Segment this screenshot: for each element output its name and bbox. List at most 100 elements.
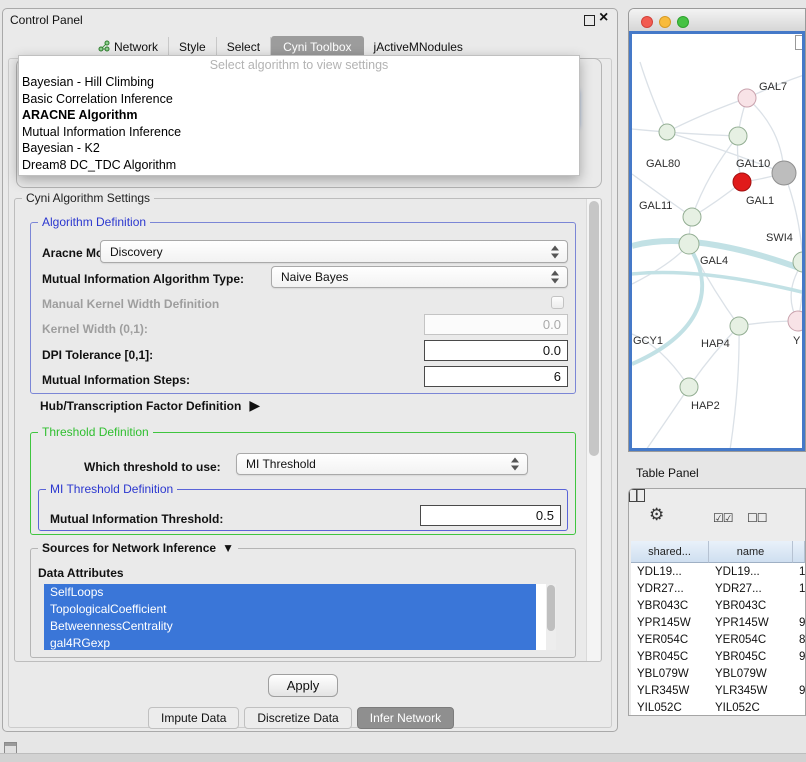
table-row[interactable]: YBR043CYBR043C <box>631 597 805 614</box>
network-node[interactable] <box>730 317 748 335</box>
column-header[interactable] <box>793 541 805 563</box>
algorithm-option[interactable]: Dream8 DC_TDC Algorithm <box>19 157 579 174</box>
tab-impute-data[interactable]: Impute Data <box>148 707 239 729</box>
tab-label: Style <box>179 40 206 54</box>
table-cell: YIL052C <box>631 699 709 715</box>
node-label: SWI4 <box>766 232 793 244</box>
hub-definition-toggle[interactable]: Hub/Transcription Factor Definition ▶ <box>40 397 260 414</box>
attributes-scrollbar-thumb[interactable] <box>547 585 555 631</box>
table-row[interactable]: YDL19...YDL19...13 <box>631 563 805 580</box>
network-canvas[interactable]: GAL7GAL80GAL10GAL11GAL1SWI4GAL4GCY1HAP4Y… <box>629 31 805 451</box>
which-threshold-select[interactable]: MI Threshold <box>236 453 528 475</box>
table-row[interactable]: YIL052CYIL052C <box>631 699 805 715</box>
table-row[interactable]: YPR145WYPR145W9. <box>631 614 805 631</box>
zoom-traffic-light[interactable] <box>677 16 689 28</box>
table-panel-title: Table Panel <box>636 466 699 480</box>
dpi-tolerance-input[interactable]: 0.0 <box>424 340 568 361</box>
network-edge <box>689 326 739 387</box>
table-row[interactable]: YBR045CYBR045C9. <box>631 648 805 665</box>
settings-scrollbar-thumb[interactable] <box>589 201 599 456</box>
network-node[interactable] <box>679 234 699 254</box>
network-node[interactable] <box>683 208 701 226</box>
network-edge <box>784 173 803 262</box>
network-edge <box>667 98 747 132</box>
kernel-width-label: Kernel Width (0,1): <box>42 322 148 336</box>
expand-right-icon: ▶ <box>249 397 260 414</box>
table-cell: YBR043C <box>631 597 709 614</box>
algorithm-option[interactable]: ARACNE Algorithm <box>19 107 579 124</box>
network-node[interactable] <box>788 311 805 331</box>
input-value: 6 <box>554 369 561 384</box>
select-all-rows-icon[interactable]: ☑☑ <box>713 510 733 526</box>
gear-icon[interactable]: ⚙ <box>649 507 664 523</box>
algorithm-option[interactable]: Basic Correlation Inference <box>19 91 579 108</box>
mi-steps-label: Mutual Information Steps: <box>42 373 190 387</box>
tab-label: jActiveMNodules <box>374 40 463 54</box>
table-header-row: shared...name <box>631 541 805 563</box>
column-header[interactable]: name <box>709 541 793 563</box>
close-traffic-light[interactable] <box>641 16 653 28</box>
float-panel-icon[interactable] <box>584 15 595 26</box>
tab-discretize-data[interactable]: Discretize Data <box>244 707 351 729</box>
network-edge <box>632 129 738 136</box>
table-row[interactable]: YDR27...YDR27...12 <box>631 580 805 597</box>
network-node[interactable] <box>680 378 698 396</box>
table-cell: YIL052C <box>709 699 793 715</box>
node-label: GCY1 <box>633 335 663 347</box>
table-cell: YBR043C <box>709 597 793 614</box>
columns-icon[interactable] <box>629 489 645 502</box>
tab-style[interactable]: Style <box>169 37 217 57</box>
table-cell: YLR345W <box>631 682 709 699</box>
attributes-scrollbar[interactable] <box>546 584 556 650</box>
attribute-item[interactable]: gal4RGexp <box>44 635 536 650</box>
table-cell: YBR045C <box>631 648 709 665</box>
minimize-traffic-light[interactable] <box>659 16 671 28</box>
tab-infer-network[interactable]: Infer Network <box>357 707 454 729</box>
node-label: GAL11 <box>639 200 672 212</box>
tab-select[interactable]: Select <box>217 37 271 57</box>
tab-label: Network <box>114 40 158 54</box>
network-node[interactable] <box>738 89 756 107</box>
mi-algorithm-type-select[interactable]: Naive Bayes <box>271 266 568 288</box>
aracne-mode-select[interactable]: Discovery <box>100 240 568 263</box>
network-node[interactable] <box>733 173 751 191</box>
settings-scrollbar[interactable] <box>586 199 600 661</box>
node-table: shared...name YDL19...YDL19...13YDR27...… <box>631 541 805 715</box>
table-cell: YBR045C <box>709 648 793 665</box>
table-row[interactable]: YBL079WYBL079W <box>631 665 805 682</box>
node-label: HAP2 <box>691 400 720 412</box>
algorithm-option[interactable]: Bayesian - K2 <box>19 140 579 157</box>
chevron-updown-icon <box>511 458 520 471</box>
manual-kernel-checkbox <box>551 296 564 309</box>
data-attributes-list: SelfLoopsTopologicalCoefficientBetweenne… <box>44 584 556 650</box>
network-node[interactable] <box>729 127 747 145</box>
table-cell: YDL19... <box>631 563 709 580</box>
deselect-all-rows-icon[interactable]: ☐☐ <box>747 510 767 526</box>
table-cell: 12 <box>793 580 805 597</box>
table-cell: YER054C <box>631 631 709 648</box>
mi-threshold-input[interactable]: 0.5 <box>420 505 561 526</box>
apply-button[interactable]: Apply <box>268 674 338 697</box>
attribute-item[interactable]: SelfLoops <box>44 584 536 601</box>
column-header[interactable]: shared... <box>631 541 709 563</box>
chevron-updown-icon <box>551 271 560 284</box>
close-icon[interactable]: × <box>599 9 608 27</box>
network-node[interactable] <box>659 124 675 140</box>
dropdown-placeholder: Select algorithm to view settings <box>19 57 579 74</box>
attribute-item[interactable]: TopologicalCoefficient <box>44 601 536 618</box>
manual-kernel-label: Manual Kernel Width Definition <box>42 297 219 311</box>
attribute-item[interactable]: BetweennessCentrality <box>44 618 536 635</box>
algorithm-dropdown-popup: Select algorithm to view settings Bayesi… <box>18 55 580 176</box>
network-node[interactable] <box>772 161 796 185</box>
sources-toggle[interactable]: Sources for Network Inference ▼ <box>38 541 238 555</box>
mi-steps-input[interactable]: 6 <box>424 366 568 387</box>
bottom-panel-edge <box>0 753 806 762</box>
table-row[interactable]: YLR345WYLR345W9. <box>631 682 805 699</box>
network-edge <box>632 273 805 294</box>
tab-jactivemnodules[interactable]: jActiveMNodules <box>364 37 473 57</box>
algorithm-option[interactable]: Mutual Information Inference <box>19 124 579 141</box>
group-title: Algorithm Definition <box>38 215 150 229</box>
algorithm-option-list: Bayesian - Hill ClimbingBasic Correlatio… <box>19 74 579 173</box>
algorithm-option[interactable]: Bayesian - Hill Climbing <box>19 74 579 91</box>
table-row[interactable]: YER054CYER054C8. <box>631 631 805 648</box>
